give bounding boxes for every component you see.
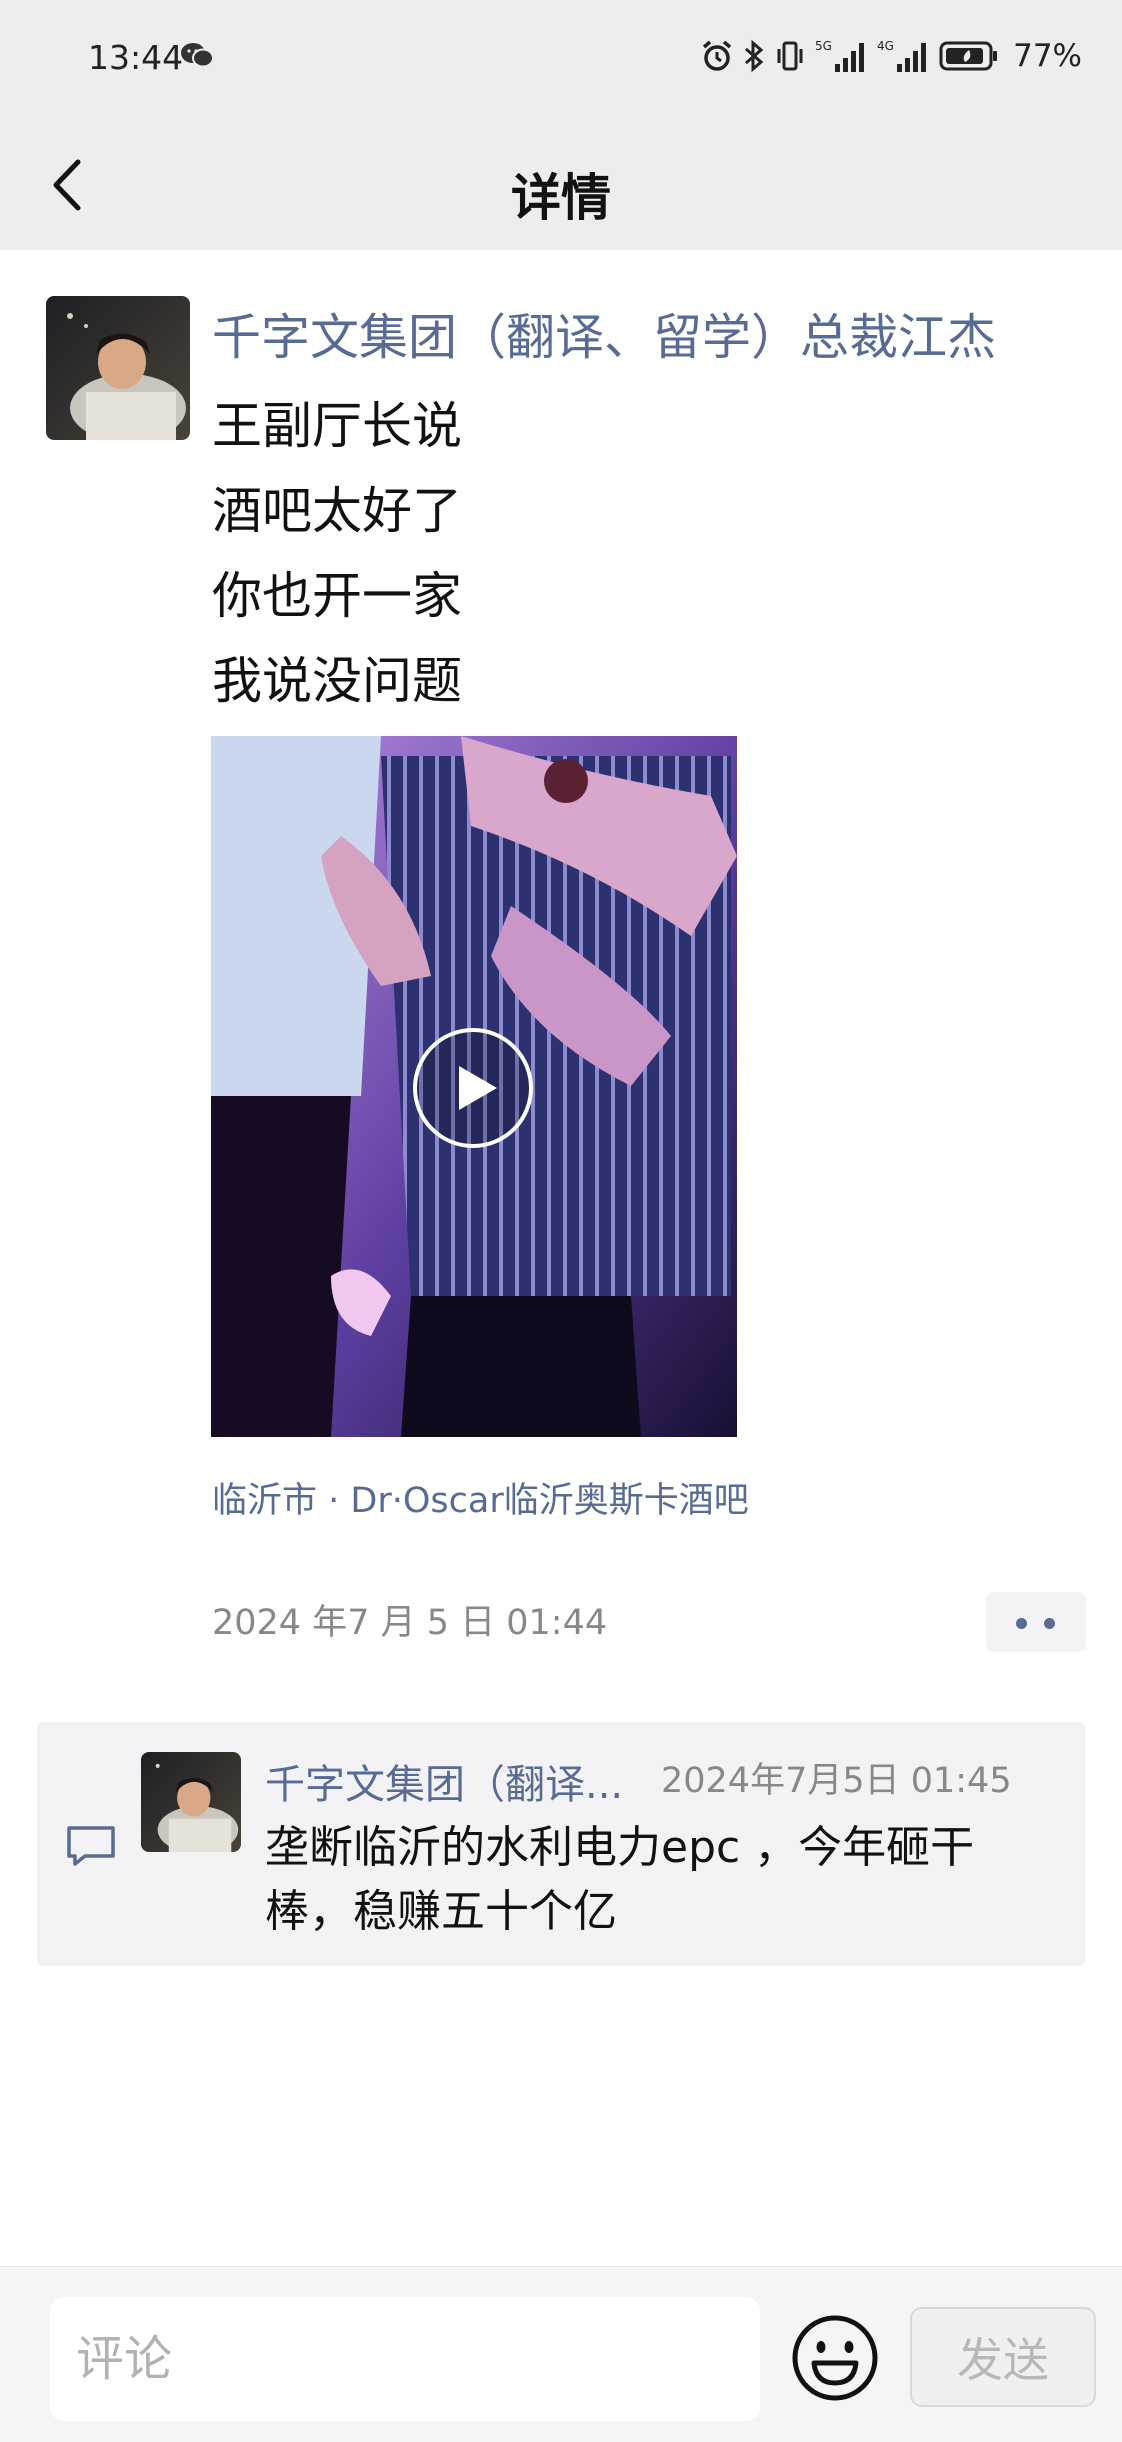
network-label-5g: 5G — [815, 39, 832, 53]
post-author-name[interactable]: 千字文集团（翻译、留学）总裁江杰 — [212, 298, 996, 369]
post-location[interactable]: 临沂市 · Dr·Oscar临沂奥斯卡酒吧 — [212, 1472, 749, 1523]
play-icon[interactable] — [411, 1026, 535, 1150]
post-line: 我说没问题 — [212, 652, 462, 710]
comment-input-bar: 发送 — [0, 2266, 1122, 2442]
network-label-4g: 4G — [877, 39, 894, 53]
comment-bubble-icon — [67, 1826, 115, 1866]
dot-icon — [1016, 1618, 1027, 1629]
avatar-image — [46, 296, 190, 440]
emoji-icon[interactable] — [790, 2313, 880, 2403]
signal-5g-icon: 5G — [815, 39, 865, 72]
video-thumbnail[interactable] — [211, 736, 737, 1437]
alarm-icon — [702, 40, 732, 71]
vibrate-icon — [777, 41, 803, 71]
dot-icon — [1044, 1618, 1055, 1629]
comment-timestamp: 2024年7月5日 01:45 — [661, 1761, 1012, 1801]
post-line: 你也开一家 — [212, 567, 462, 625]
page-title: 详情 — [511, 169, 611, 227]
comment-text: 垄断临沂的水利电力epc ，今年砸干棒，稳赚五十个亿 — [265, 1822, 975, 1937]
post-line: 酒吧太好了 — [212, 482, 462, 540]
comment-author-avatar[interactable] — [141, 1752, 241, 1852]
send-button[interactable]: 发送 — [910, 2307, 1096, 2407]
signal-4g-icon: 4G — [877, 39, 927, 72]
post-timestamp: 2024 年7 月 5 日 01:44 — [212, 1603, 608, 1643]
battery-icon — [939, 41, 998, 71]
post-line: 王副厅长说 — [212, 397, 462, 455]
battery-percent: 77% — [1013, 38, 1082, 74]
wechat-icon — [181, 43, 214, 68]
comment-author-name[interactable]: 千字文集团（翻译... — [265, 1752, 623, 1810]
status-icons: 5G 4G 77% — [701, 36, 1082, 76]
bluetooth-icon — [745, 39, 764, 73]
comment-section: 千字文集团（翻译... 2024年7月5日 01:45 垄断临沂的水利电力epc… — [37, 1722, 1085, 1966]
status-bar: 13:44 5G 4G 77% — [0, 0, 1122, 120]
nav-bar: 详情 — [0, 120, 1122, 250]
post-author-avatar[interactable] — [46, 296, 190, 440]
status-time: 13:44 — [88, 38, 184, 77]
avatar-image — [141, 1752, 241, 1852]
more-actions-button[interactable] — [986, 1592, 1086, 1652]
comment-input[interactable] — [50, 2297, 760, 2421]
post-text: 王副厅长说 酒吧太好了 你也开一家 我说没问题 — [212, 384, 462, 724]
